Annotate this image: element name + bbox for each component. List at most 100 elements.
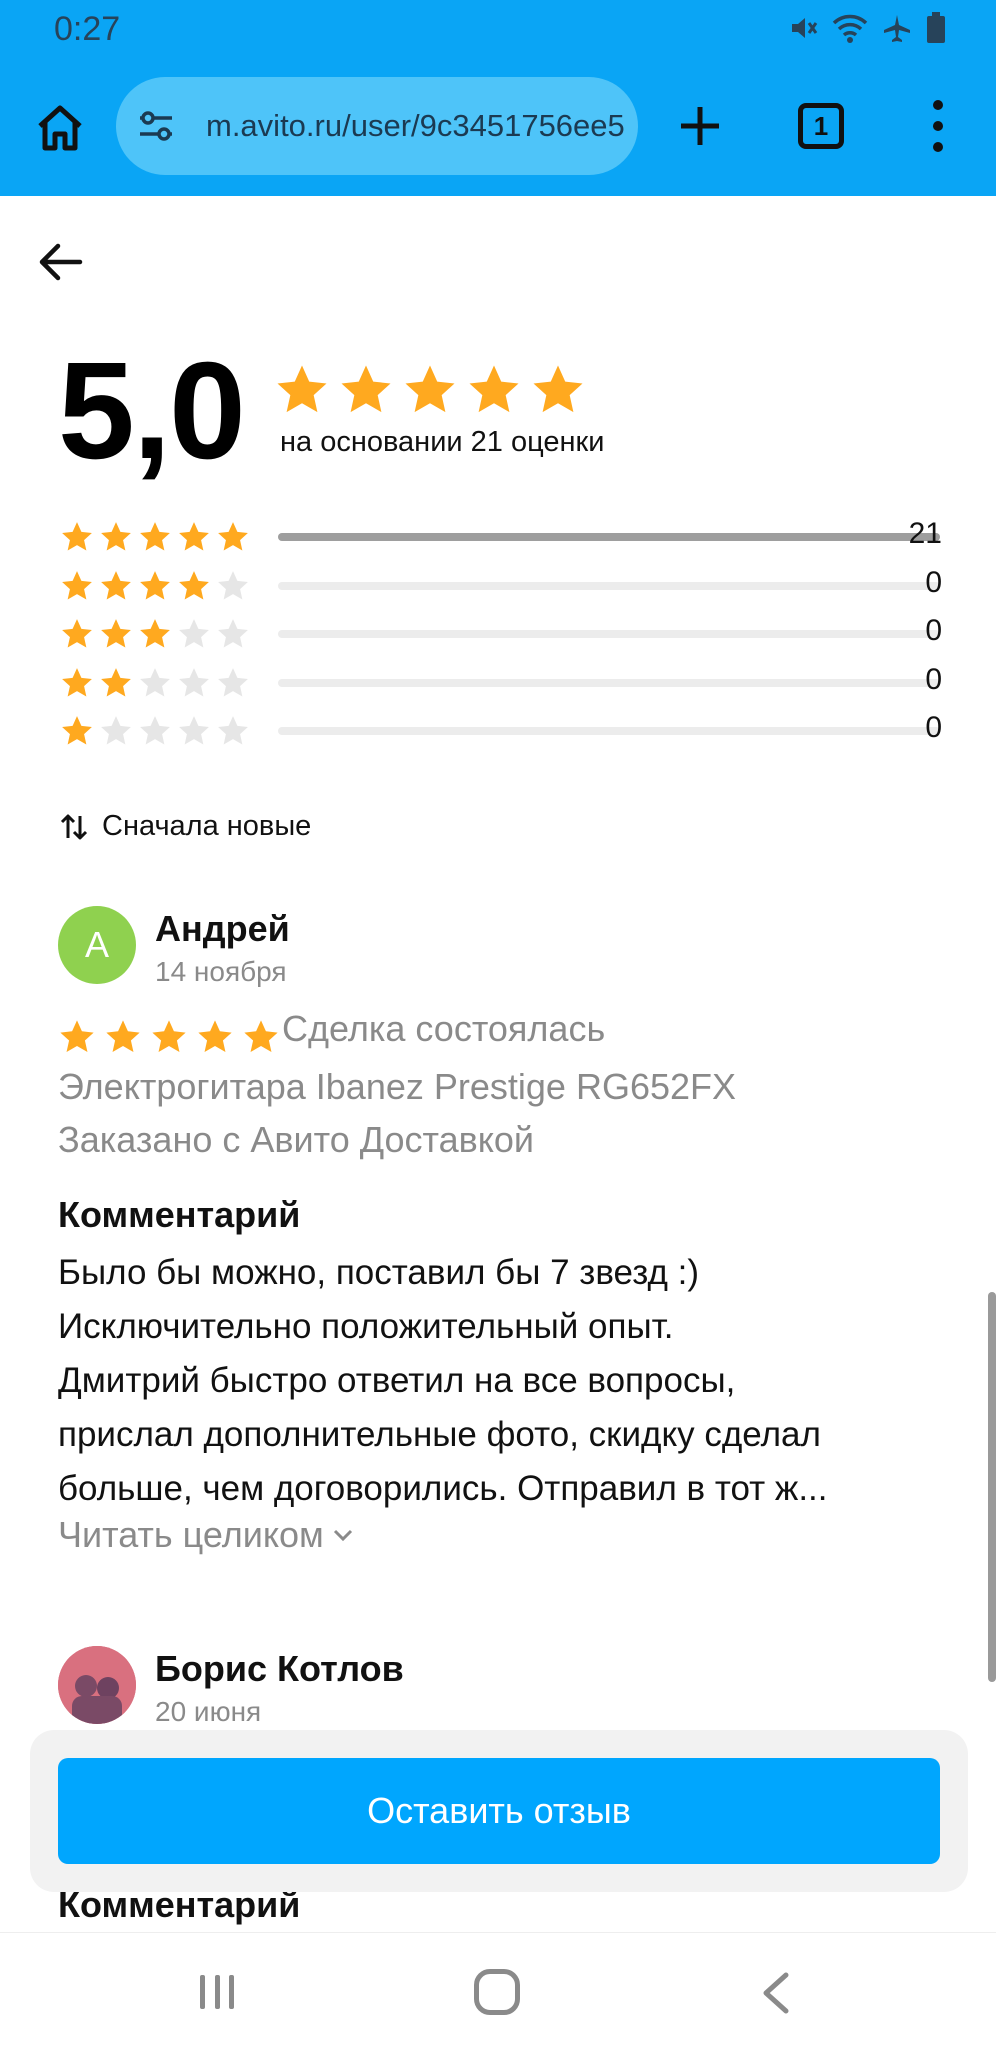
- delivery-note: Заказано с Авито Доставкой: [58, 1119, 535, 1160]
- star-empty-icon: [179, 619, 209, 648]
- url-text: m.avito.ru/user/9c3451756ee5: [206, 108, 625, 143]
- item-title: Электрогитара Ibanez Prestige RG652FX: [58, 1066, 737, 1107]
- browser-toolbar: 0:27 m.avito.ru/user/9c3451756ee5 1: [0, 0, 996, 196]
- system-nav-bar: [0, 1932, 996, 2048]
- star-empty-icon: [140, 667, 170, 696]
- comment-line: Дмитрий быстро ответил на все вопросы,: [58, 1361, 736, 1400]
- star-filled-icon: [106, 1020, 140, 1053]
- star-filled-icon: [101, 619, 131, 648]
- sort-icon: [60, 814, 88, 839]
- star-filled-icon: [277, 365, 327, 413]
- star-filled-icon: [62, 619, 92, 648]
- distribution-bar: [278, 727, 940, 735]
- distribution-count: 21: [908, 517, 942, 550]
- distribution-bar-fill: [278, 533, 940, 541]
- address-bar[interactable]: m.avito.ru/user/9c3451756ee5: [116, 77, 638, 175]
- avatar[interactable]: А: [58, 906, 136, 984]
- star-empty-icon: [218, 619, 248, 648]
- back-nav-icon[interactable]: [758, 1971, 794, 2015]
- tab-count: 1: [813, 110, 829, 141]
- star-filled-icon: [140, 619, 170, 648]
- distribution-count: 0: [925, 711, 942, 744]
- star-empty-icon: [218, 570, 248, 599]
- more-vert-icon: [933, 100, 943, 110]
- sort-label: Сначала новые: [102, 810, 312, 842]
- star-filled-icon: [62, 667, 92, 696]
- star-filled-icon: [533, 365, 583, 413]
- star-empty-icon: [179, 667, 209, 696]
- distribution-bar: [278, 678, 940, 687]
- review-item-info: Электрогитара Ibanez Prestige RG652FX За…: [58, 1060, 736, 1166]
- distribution-row: 21: [60, 516, 942, 565]
- distribution-bar: [278, 630, 940, 638]
- avatar-letter: А: [84, 924, 109, 965]
- star-filled-icon: [405, 365, 455, 413]
- rating-stars: [274, 362, 586, 418]
- leave-review-button[interactable]: Оставить отзыв: [58, 1758, 940, 1864]
- review-card: Борис Котлов 20 июня: [58, 1646, 958, 1736]
- review-stars: [58, 1018, 280, 1056]
- read-more-label: Читать целиком: [58, 1514, 324, 1555]
- star-filled-icon: [140, 522, 170, 551]
- distribution-row: 0: [60, 565, 942, 614]
- star-empty-icon: [218, 716, 248, 745]
- review-card: А Андрей 14 ноября Сделка состоялась Эле…: [58, 906, 958, 1566]
- distribution-stars: [60, 617, 250, 651]
- star-filled-icon: [101, 522, 131, 551]
- status-time: 0:27: [54, 10, 121, 48]
- sort-button[interactable]: Сначала новые: [60, 810, 311, 843]
- comment-title: Комментарий: [58, 1194, 301, 1235]
- star-filled-icon: [469, 365, 519, 413]
- comment-line: Было бы можно, поставил бы 7 звезд :): [58, 1253, 700, 1292]
- distribution-stars: [60, 666, 250, 700]
- star-filled-icon: [152, 1020, 186, 1053]
- comment-line: больше, чем договорились. Отправил в тот…: [58, 1469, 828, 1508]
- distribution-stars: [60, 569, 250, 603]
- new-tab-button[interactable]: [676, 96, 724, 156]
- star-filled-icon: [218, 522, 248, 551]
- star-filled-icon: [140, 570, 170, 599]
- distribution-count: 0: [925, 662, 942, 696]
- star-filled-icon: [198, 1020, 232, 1053]
- star-filled-icon: [244, 1020, 278, 1053]
- rating-basis: на основании 21 оценки: [280, 426, 605, 458]
- avatar[interactable]: [58, 1646, 136, 1724]
- star-filled-icon: [179, 570, 209, 599]
- star-filled-icon: [62, 716, 92, 745]
- review-date: 14 ноября: [155, 956, 287, 987]
- rating-value: 5,0: [58, 334, 246, 488]
- cta-panel: Оставить отзыв: [30, 1730, 968, 1892]
- distribution-row: 0: [60, 710, 942, 759]
- home-button[interactable]: [28, 96, 92, 160]
- distribution-bar: [278, 581, 940, 590]
- plus-icon: [681, 107, 719, 145]
- distribution-row: 0: [60, 613, 942, 662]
- star-empty-icon: [101, 716, 131, 745]
- comment-text: Было бы можно, поставил бы 7 звезд :) Ис…: [58, 1246, 958, 1516]
- star-empty-icon: [218, 667, 248, 696]
- deal-status: Сделка состоялась: [282, 1008, 606, 1049]
- distribution-count: 0: [925, 565, 942, 599]
- star-filled-icon: [62, 522, 92, 551]
- more-menu-button[interactable]: [922, 100, 954, 152]
- recent-apps-icon[interactable]: [200, 1975, 234, 2009]
- star-filled-icon: [62, 570, 92, 599]
- distribution-stars: [60, 714, 250, 748]
- distribution-row: 0: [60, 662, 942, 711]
- comment-line: прислал дополнительные фото, скидку сдел…: [58, 1415, 821, 1454]
- star-filled-icon: [60, 1020, 94, 1053]
- reviewer-name[interactable]: Андрей: [155, 908, 290, 950]
- star-filled-icon: [341, 365, 391, 413]
- reviewer-name[interactable]: Борис Котлов: [155, 1648, 404, 1690]
- read-more-link[interactable]: Читать целиком: [58, 1514, 354, 1556]
- comment-line: Исключительно положительный опыт.: [58, 1307, 674, 1346]
- avatar-photo: [58, 1646, 136, 1724]
- wifi-icon: [832, 14, 868, 43]
- home-nav-icon[interactable]: [474, 1969, 520, 2015]
- airplane-icon: [884, 15, 910, 42]
- distribution-count: 0: [925, 614, 942, 647]
- back-arrow-icon[interactable]: [34, 236, 86, 288]
- scrollbar[interactable]: [988, 1292, 996, 1682]
- tabs-button[interactable]: 1: [798, 103, 844, 149]
- site-settings-icon[interactable]: [136, 106, 176, 146]
